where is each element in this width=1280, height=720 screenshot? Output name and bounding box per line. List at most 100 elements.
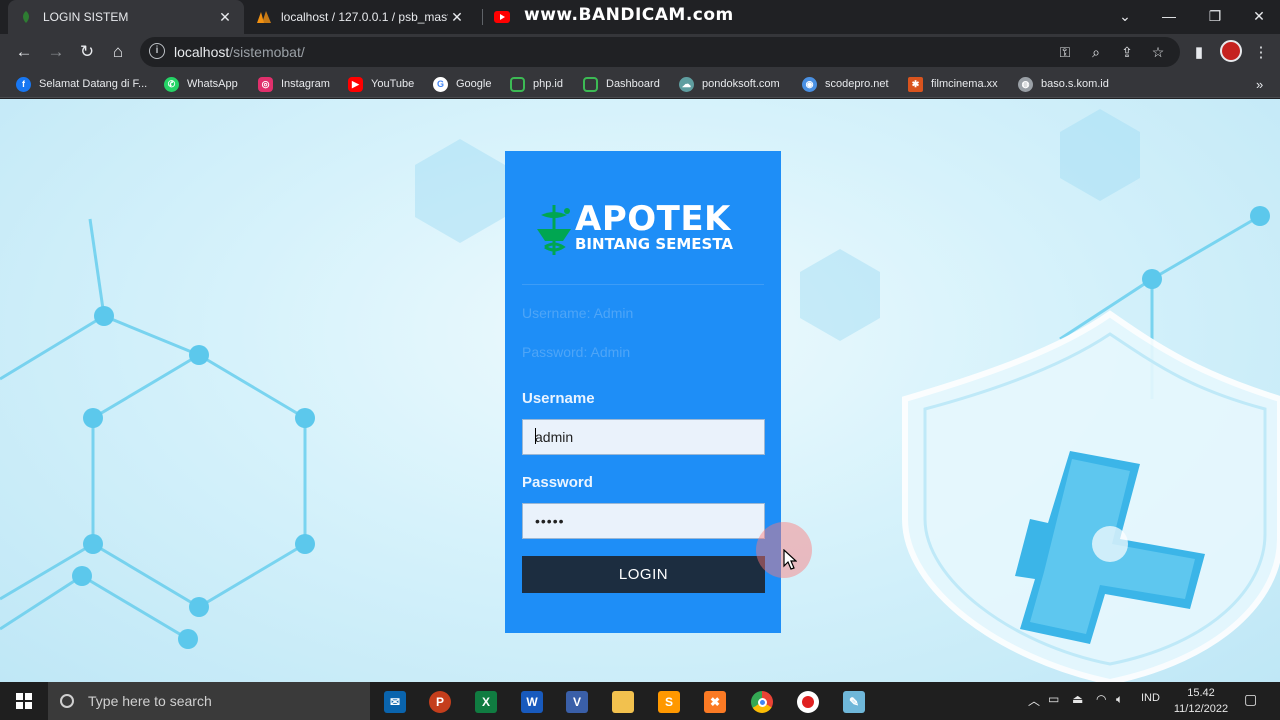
folder-icon bbox=[612, 691, 634, 713]
wifi-icon[interactable]: ◠ bbox=[1096, 692, 1106, 706]
bookmark-instagram[interactable]: ◎ Instagram bbox=[258, 75, 330, 93]
forward-arrow-icon[interactable]: → bbox=[42, 38, 70, 66]
login-button[interactable]: LOGIN bbox=[522, 556, 765, 593]
bookmark-label: WhatsApp bbox=[187, 78, 238, 90]
bookmark-pondoksoft[interactable]: ☁ pondoksoft.com bbox=[679, 75, 780, 93]
notepad-icon: ✎ bbox=[843, 691, 865, 713]
close-window-icon[interactable]: ✕ bbox=[1236, 0, 1280, 32]
tab-phpmyadmin[interactable]: localhost / 127.0.0.1 / psb_master ✕ bbox=[246, 0, 476, 34]
text-caret bbox=[535, 428, 536, 444]
bookmark-google[interactable]: G Google bbox=[433, 75, 491, 93]
database-icon bbox=[510, 76, 525, 92]
close-tab-icon[interactable]: ✕ bbox=[216, 9, 234, 26]
volume-icon[interactable]: 🔈︎ bbox=[1116, 692, 1123, 707]
bookmark-label: scodepro.net bbox=[825, 78, 889, 90]
search-placeholder: Type here to search bbox=[88, 693, 212, 709]
mouse-cursor-icon bbox=[783, 549, 797, 570]
username-label: Username bbox=[522, 390, 595, 407]
mail-icon: ✉ bbox=[384, 691, 406, 713]
key-icon[interactable]: ⚿ bbox=[1053, 41, 1077, 63]
bookmark-youtube[interactable]: ▶ YouTube bbox=[348, 75, 414, 93]
taskbar-notepad[interactable]: ✎ bbox=[834, 687, 874, 717]
taskbar-word[interactable]: W bbox=[512, 687, 552, 717]
tab-title: LOGIN SISTEM bbox=[43, 10, 129, 24]
bookmark-label: baso.s.kom.id bbox=[1041, 78, 1109, 90]
bookmark-label: pondoksoft.com bbox=[702, 78, 780, 90]
record-icon bbox=[797, 691, 819, 713]
bookmark-star-icon[interactable]: ☆ bbox=[1146, 41, 1170, 63]
clock-date: 11/12/2022 bbox=[1173, 703, 1229, 715]
zoom-icon[interactable]: ⌕ bbox=[1084, 41, 1108, 63]
taskbar-powerpoint[interactable]: P bbox=[420, 687, 460, 717]
taskbar-mail[interactable]: ✉ bbox=[375, 687, 415, 717]
search-icon bbox=[60, 694, 74, 708]
sublime-text-icon: S bbox=[658, 691, 680, 713]
taskbar-excel[interactable]: X bbox=[466, 687, 506, 717]
taskbar-chrome[interactable] bbox=[742, 687, 782, 717]
tab-youtube[interactable]: (2 bbox=[484, 0, 524, 34]
taskbar-search-input[interactable]: Type here to search bbox=[48, 682, 370, 720]
password-input[interactable] bbox=[522, 503, 765, 539]
apotek-logo: APOTEK BINTANG SEMESTA bbox=[533, 199, 753, 261]
tab-search-chevron-icon[interactable]: ⌄ bbox=[1102, 0, 1148, 32]
bookmark-baso[interactable]: ◍ baso.s.kom.id bbox=[1018, 75, 1109, 93]
side-panel-icon[interactable]: ▮ bbox=[1185, 38, 1213, 66]
tray-chevron-icon[interactable]: ︿ bbox=[1028, 692, 1040, 709]
powerpoint-icon: P bbox=[429, 691, 451, 713]
bookmark-dashboard[interactable]: Dashboard bbox=[583, 75, 660, 93]
caduceus-icon bbox=[537, 205, 571, 255]
bookmark-label: Dashboard bbox=[606, 78, 660, 90]
site-info-icon[interactable]: i bbox=[149, 43, 165, 59]
taskbar-bandicam[interactable] bbox=[788, 687, 828, 717]
home-icon[interactable]: ⌂ bbox=[104, 38, 132, 66]
logo-subtitle: BINTANG SEMESTA bbox=[575, 235, 734, 253]
username-input[interactable] bbox=[522, 419, 765, 455]
bookmark-filmcinema[interactable]: ✱ filmcinema.xx bbox=[908, 75, 998, 93]
system-clock[interactable]: 15.42 11/12/2022 bbox=[1170, 685, 1232, 717]
url-text: localhost/sistemobat/ bbox=[174, 44, 305, 60]
url-host: localhost bbox=[174, 44, 230, 60]
taskbar-sublime[interactable]: S bbox=[649, 687, 689, 717]
bookmarks-bar: f Selamat Datang di F... ✆ WhatsApp ◎ Insta… bbox=[0, 70, 1280, 98]
tray-usb-icon[interactable]: ⏏ bbox=[1072, 692, 1083, 706]
whatsapp-icon: ✆ bbox=[164, 76, 179, 92]
bookmark-whatsapp[interactable]: ✆ WhatsApp bbox=[164, 75, 238, 93]
address-bar[interactable]: i localhost/sistemobat/ ⚿ ⌕ ⇪ ☆ bbox=[140, 37, 1180, 67]
taskbar-file-explorer[interactable] bbox=[603, 687, 643, 717]
google-icon: G bbox=[433, 76, 448, 92]
tab-login-sistem[interactable]: LOGIN SISTEM ✕ bbox=[8, 0, 244, 34]
clock-time: 15.42 bbox=[1187, 687, 1215, 699]
minimize-icon[interactable]: — bbox=[1146, 0, 1192, 32]
bookmark-label: php.id bbox=[533, 78, 563, 90]
login-card: APOTEK BINTANG SEMESTA Username: Admin P… bbox=[505, 151, 781, 633]
phpmyadmin-icon bbox=[256, 9, 272, 25]
language-indicator[interactable]: IND bbox=[1141, 692, 1160, 704]
page-viewport: APOTEK BINTANG SEMESTA Username: Admin P… bbox=[0, 99, 1280, 682]
excel-icon: X bbox=[475, 691, 497, 713]
restore-icon[interactable]: ❐ bbox=[1192, 0, 1238, 32]
tray-app-icon[interactable]: ▭ bbox=[1048, 692, 1059, 706]
close-tab-icon[interactable]: ✕ bbox=[448, 9, 466, 26]
instagram-icon: ◎ bbox=[258, 76, 273, 92]
bookmark-scodepro[interactable]: ◉ scodepro.net bbox=[802, 75, 889, 93]
bookmark-label: Instagram bbox=[281, 78, 330, 90]
windows-start-icon[interactable] bbox=[0, 682, 48, 720]
globe-icon: ◍ bbox=[1018, 76, 1033, 92]
bookmark-facebook[interactable]: f Selamat Datang di F... bbox=[16, 75, 147, 93]
profile-avatar[interactable] bbox=[1220, 40, 1242, 62]
back-arrow-icon[interactable]: ← bbox=[10, 38, 38, 66]
menu-kebab-icon[interactable]: ⋮ bbox=[1247, 38, 1275, 66]
password-hint: Password: Admin bbox=[522, 344, 631, 360]
notification-icon[interactable]: ▢ bbox=[1244, 691, 1257, 708]
username-hint: Username: Admin bbox=[522, 305, 634, 321]
reload-icon[interactable]: ↻ bbox=[73, 38, 101, 66]
taskbar-visio[interactable]: V bbox=[557, 687, 597, 717]
more-bookmarks-icon[interactable]: » bbox=[1256, 75, 1263, 93]
logo-title: APOTEK bbox=[575, 199, 731, 239]
bookmark-phpid[interactable]: php.id bbox=[510, 75, 563, 93]
taskbar-xampp[interactable]: ✖ bbox=[695, 687, 735, 717]
bookmark-label: Selamat Datang di F... bbox=[39, 78, 148, 90]
share-icon[interactable]: ⇪ bbox=[1115, 41, 1139, 63]
leaf-icon bbox=[18, 9, 34, 25]
word-icon: W bbox=[521, 691, 543, 713]
